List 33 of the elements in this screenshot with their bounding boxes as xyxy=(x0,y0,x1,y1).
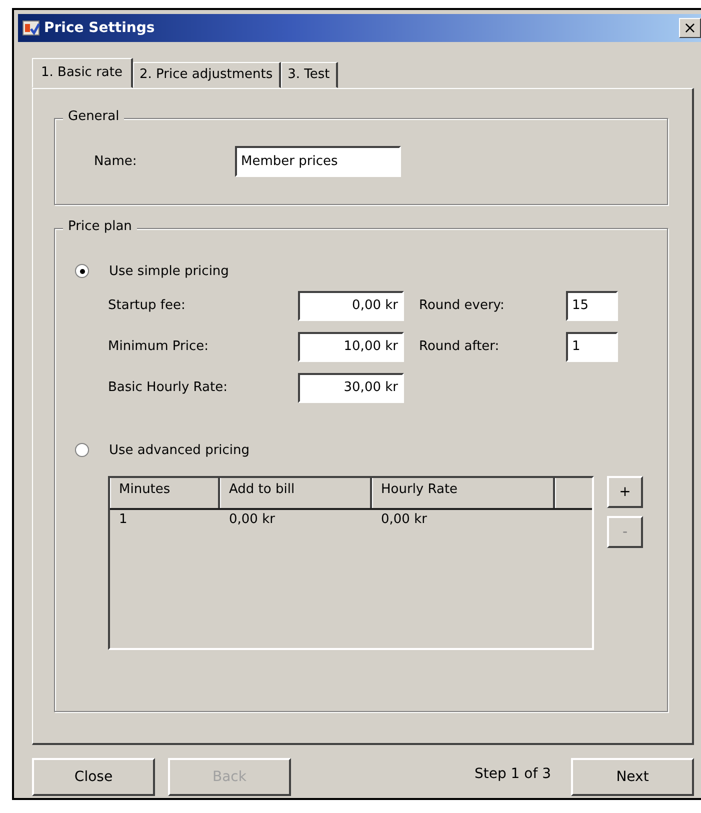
field-label: Basic Hourly Rate: xyxy=(108,380,228,395)
field-label: Startup fee: xyxy=(108,298,186,313)
radio-button[interactable] xyxy=(75,443,89,457)
table-cell-text: 1 xyxy=(118,511,128,527)
price-field[interactable]: 0,00 kr xyxy=(298,290,404,320)
round-field[interactable]: 15 xyxy=(566,290,618,320)
add-button[interactable]: + xyxy=(607,476,643,508)
radio-label: Use simple pricing xyxy=(109,264,229,278)
step-indicator: Step 1 of 3 xyxy=(474,766,551,782)
app-icon xyxy=(22,19,40,37)
group-label: Price plan xyxy=(63,219,137,234)
window-title: Price Settings xyxy=(44,20,155,36)
field-label: Round after: xyxy=(418,339,500,354)
round-field[interactable]: 1 xyxy=(566,332,618,362)
field-label: Minimum Price: xyxy=(108,339,210,354)
price-field[interactable]: 30,00 kr xyxy=(298,372,404,402)
tab[interactable]: 3. Test xyxy=(280,62,338,88)
name-field[interactable]: Member prices xyxy=(235,146,401,177)
radio-label: Use advanced pricing xyxy=(109,442,250,458)
field-label: Name: xyxy=(94,154,138,169)
column-header[interactable]: Add to bill xyxy=(220,478,372,508)
next-button[interactable]: Next xyxy=(571,758,694,796)
column-header[interactable]: Hourly Rate xyxy=(372,478,555,508)
price-field[interactable]: 10,00 kr xyxy=(298,332,404,362)
table-cell-text: 0,00 kr xyxy=(380,511,428,527)
column-header[interactable]: Minutes xyxy=(110,478,220,508)
table-cell-text: 0,00 kr xyxy=(228,511,276,527)
close-dialog-button[interactable]: Close xyxy=(32,758,155,796)
radio-button[interactable] xyxy=(75,264,89,278)
tab[interactable]: 2. Price adjustments xyxy=(132,62,281,88)
tab[interactable]: 1. Basic rate xyxy=(32,58,132,88)
field-label: Round every: xyxy=(418,298,506,313)
close-button[interactable]: × xyxy=(679,18,701,38)
